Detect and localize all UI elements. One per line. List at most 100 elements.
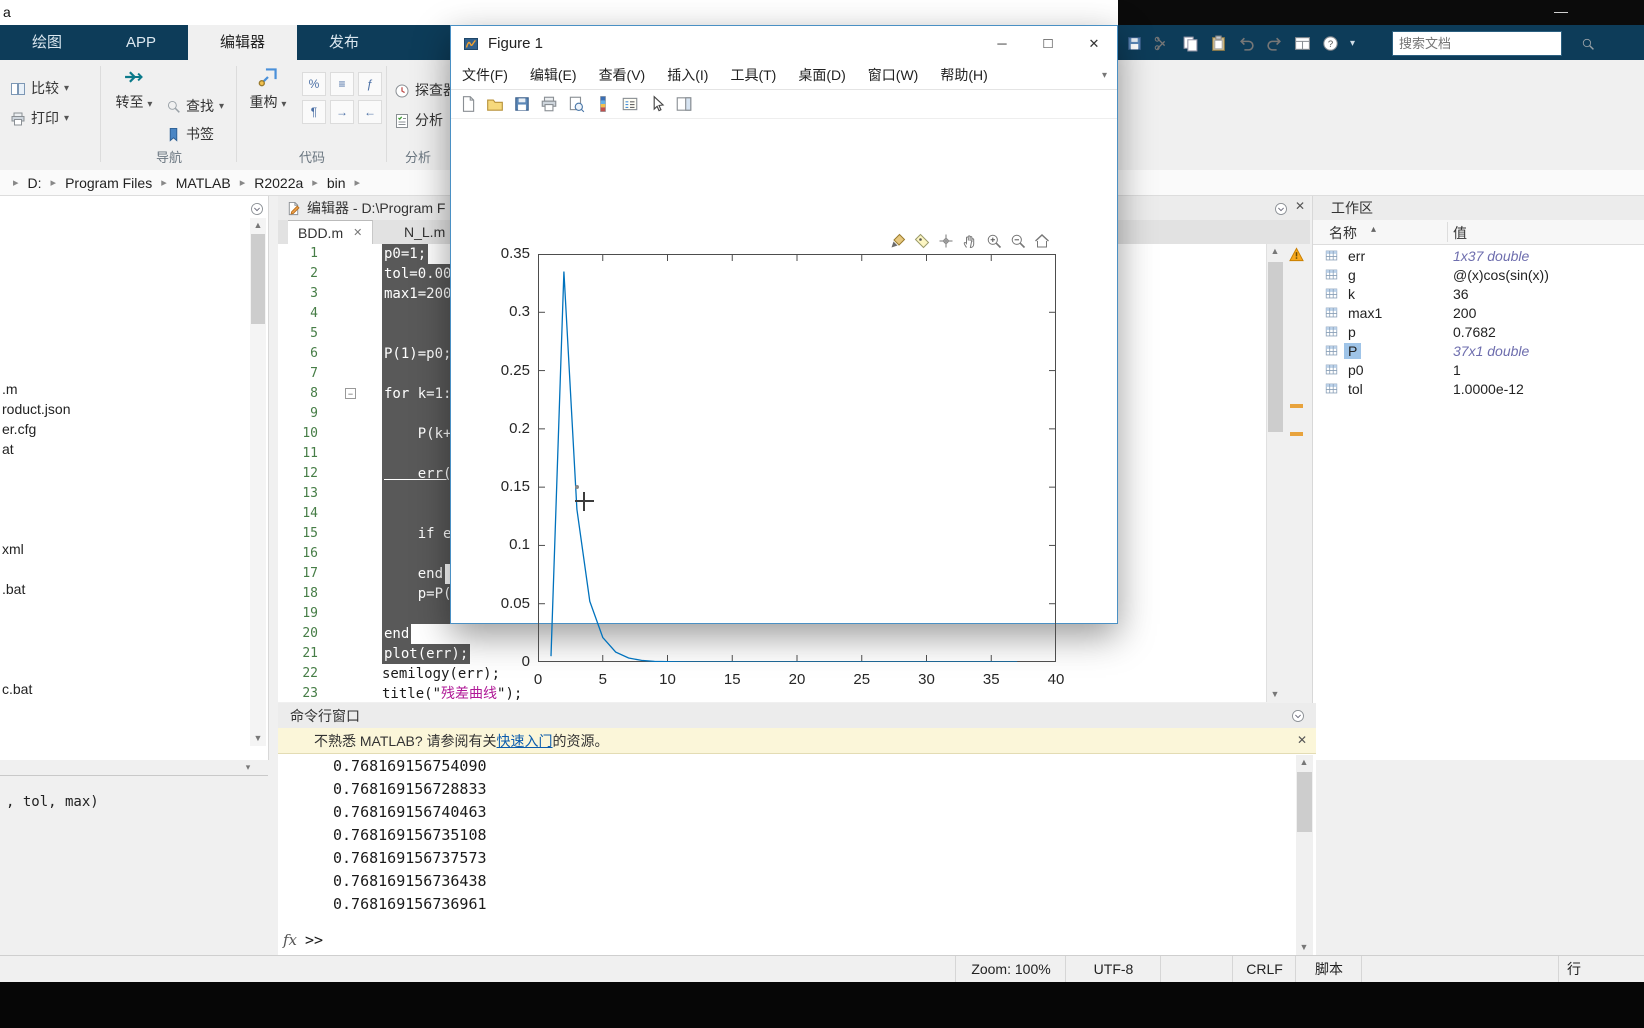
editor-scrollbar[interactable]: ▲ ▼ <box>1266 244 1284 702</box>
undo-icon[interactable] <box>1238 35 1255 52</box>
file-item[interactable]: xml <box>2 541 24 557</box>
line-number[interactable]: 6 <box>278 344 318 364</box>
variable-name[interactable]: max1 <box>1344 305 1386 321</box>
code-line[interactable]: 22 semilogy(err); <box>278 664 1266 684</box>
workspace-row[interactable]: P 37x1 double <box>1313 341 1644 360</box>
chevron-down-icon[interactable]: ▾ <box>1102 70 1107 81</box>
cut-icon[interactable] <box>1154 35 1171 52</box>
doc-search-box[interactable] <box>1392 31 1594 56</box>
pan-button[interactable] <box>960 231 980 251</box>
save-button[interactable] <box>513 95 531 113</box>
column-name[interactable]: 名称 <box>1329 223 1357 243</box>
panel-collapse-icon[interactable] <box>250 202 264 216</box>
workspace-row[interactable]: tol 1.0000e-12 <box>1313 379 1644 398</box>
figure-window[interactable]: Figure 1 ─ □ ✕ 文件(F) 编辑(E) 查看(V) 插入(I) 工具(T)… <box>450 25 1118 688</box>
more-icon[interactable]: ▾ <box>1350 38 1355 49</box>
line-number[interactable]: 4 <box>278 304 318 324</box>
breadcrumb-item[interactable]: Program Files <box>63 175 154 191</box>
line-number[interactable]: 15 <box>278 524 318 544</box>
figure-titlebar[interactable]: Figure 1 ─ □ ✕ <box>451 26 1117 61</box>
brush-button[interactable] <box>888 231 908 251</box>
breadcrumb-item[interactable]: MATLAB <box>174 175 233 191</box>
file-item[interactable]: .bat <box>2 581 25 597</box>
inspector-button[interactable] <box>675 95 693 113</box>
line-number[interactable]: 7 <box>278 364 318 384</box>
profiler-button[interactable]: 探查器 <box>394 80 457 100</box>
help-icon[interactable]: ? <box>1322 35 1339 52</box>
scroll-up-arrow[interactable]: ▲ <box>250 218 266 233</box>
menu-tools[interactable]: 工具(T) <box>719 65 787 85</box>
indent-left-icon[interactable]: ← <box>358 100 382 124</box>
zoom-in-button[interactable] <box>984 231 1004 251</box>
variable-name[interactable]: tol <box>1344 381 1367 397</box>
code-fold-icon[interactable]: − <box>345 388 356 399</box>
save-icon[interactable] <box>1126 35 1143 52</box>
command-scrollbar[interactable]: ▲ ▼ <box>1296 755 1313 955</box>
breadcrumb-item[interactable]: D: <box>26 175 44 191</box>
line-number[interactable]: 13 <box>278 484 318 504</box>
scroll-down-arrow[interactable]: ▼ <box>1267 687 1283 702</box>
format-icon[interactable]: ¶ <box>302 100 326 124</box>
quick-start-link[interactable]: 快速入门 <box>497 731 553 751</box>
banner-close-icon[interactable]: ✕ <box>1297 733 1307 747</box>
command-prompt[interactable]: fx >> <box>283 931 323 949</box>
search-icon[interactable] <box>1581 37 1595 51</box>
line-number[interactable]: 10 <box>278 424 318 444</box>
variable-name[interactable]: p <box>1344 324 1360 340</box>
line-number[interactable]: 1 <box>278 244 318 264</box>
panel-menu-button[interactable] <box>1274 200 1288 218</box>
panel-collapse-button[interactable] <box>250 200 264 218</box>
variable-value[interactable]: 200 <box>1453 305 1476 321</box>
line-number[interactable]: 11 <box>278 444 318 464</box>
line-number[interactable]: 23 <box>278 684 318 702</box>
line-number[interactable]: 22 <box>278 664 318 684</box>
code-line[interactable]: 23 title("残差曲线"); <box>278 684 1266 702</box>
close-icon[interactable]: ✕ <box>1295 199 1305 213</box>
comment-icon[interactable]: % <box>302 72 326 96</box>
line-number[interactable]: 5 <box>278 324 318 344</box>
ribbon-tab-plots[interactable]: 绘图 <box>0 25 94 60</box>
variable-value[interactable]: 37x1 double <box>1453 343 1529 359</box>
file-type-status[interactable]: 脚本 <box>1295 956 1362 983</box>
file-panel-scrollbar[interactable]: ▲ ▼ <box>250 218 266 746</box>
variable-name[interactable]: p0 <box>1344 362 1368 378</box>
workspace-row[interactable]: g @(x)cos(sin(x)) <box>1313 265 1644 284</box>
minimize-button[interactable]: — <box>1554 3 1568 19</box>
refactor-button[interactable]: 重构 ▾ <box>240 66 296 112</box>
line-number[interactable]: 9 <box>278 404 318 424</box>
variable-value[interactable]: 0.7682 <box>1453 324 1496 340</box>
menu-help[interactable]: 帮助(H) <box>929 65 998 85</box>
datatip-button[interactable] <box>912 231 932 251</box>
encoding-status[interactable]: UTF-8 <box>1065 956 1161 983</box>
search-input[interactable] <box>1393 36 1581 51</box>
workspace-row[interactable]: err 1x37 double <box>1313 246 1644 265</box>
editor-tab-bdd-m[interactable]: BDD.m ✕ <box>288 220 374 244</box>
variable-value[interactable]: 1 <box>1453 362 1461 378</box>
line-number[interactable]: 17 <box>278 564 318 584</box>
analyzer-marker[interactable] <box>1290 432 1303 436</box>
print-button[interactable] <box>540 95 558 113</box>
select-button[interactable] <box>936 231 956 251</box>
variable-value[interactable]: 1.0000e-12 <box>1453 381 1524 397</box>
variable-name[interactable]: k <box>1344 286 1359 302</box>
warning-icon[interactable] <box>1289 246 1304 264</box>
new-button[interactable] <box>459 95 477 113</box>
workspace-row[interactable]: k 36 <box>1313 284 1644 303</box>
redo-icon[interactable] <box>1266 35 1283 52</box>
workspace-row[interactable]: p 0.7682 <box>1313 322 1644 341</box>
scrollbar-thumb[interactable] <box>251 234 265 324</box>
plot-axes[interactable] <box>538 254 1056 662</box>
maximize-button[interactable]: □ <box>1025 26 1071 61</box>
line-number[interactable]: 3 <box>278 284 318 304</box>
scrollbar-thumb[interactable] <box>1268 262 1283 432</box>
indent-right-icon[interactable]: → <box>330 100 354 124</box>
breadcrumb-item[interactable]: R2022a <box>252 175 305 191</box>
breadcrumb-item[interactable]: bin <box>325 175 348 191</box>
wrap-icon[interactable]: ≡ <box>330 72 354 96</box>
edit-plot-button[interactable] <box>648 94 666 113</box>
menu-view[interactable]: 查看(V) <box>588 65 657 85</box>
home-button[interactable] <box>1032 231 1052 251</box>
line-number[interactable]: 12 <box>278 464 318 484</box>
scrollbar-thumb[interactable] <box>1297 772 1312 832</box>
search-icon[interactable] <box>1581 37 1595 51</box>
